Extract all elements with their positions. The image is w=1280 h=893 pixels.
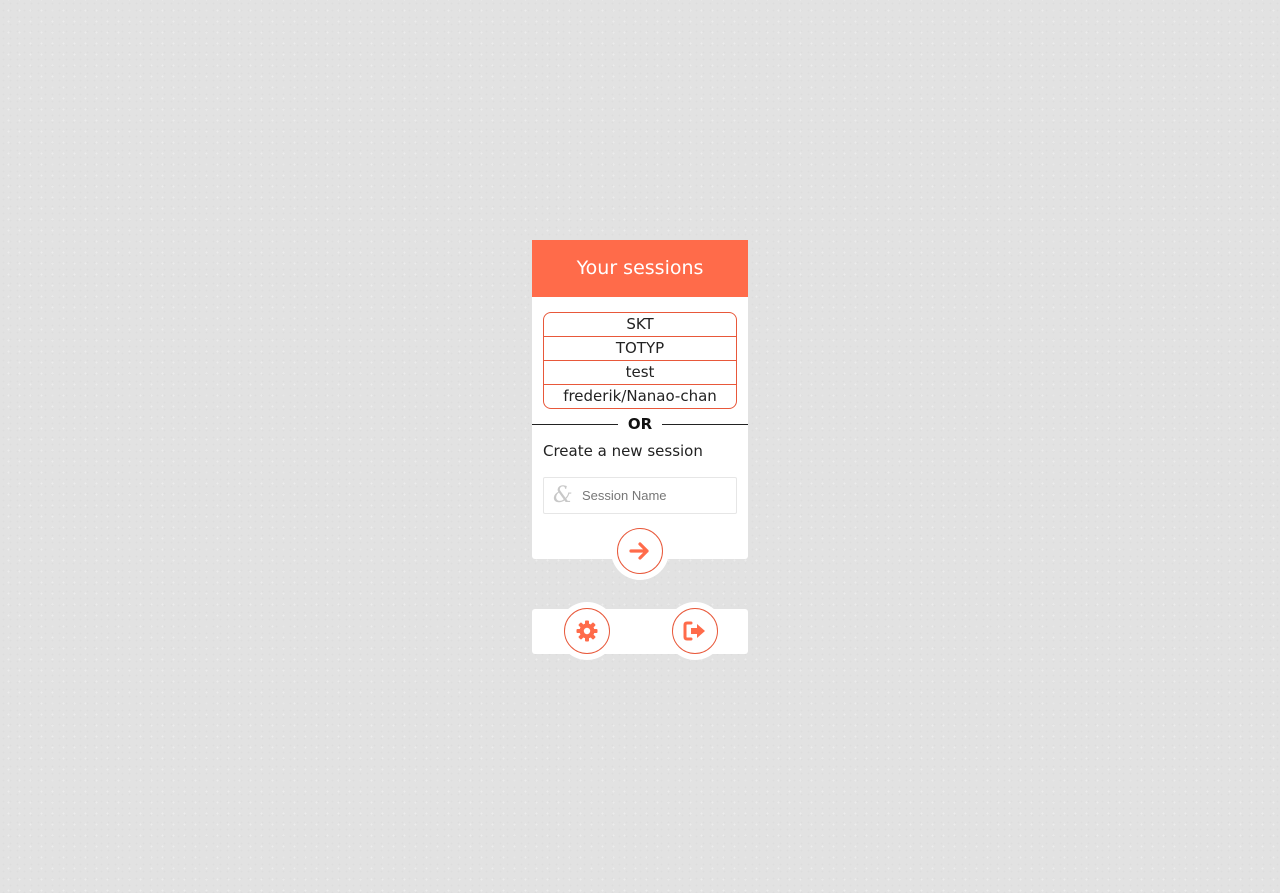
settings-button-ring (564, 608, 610, 654)
logout-button-ring (672, 608, 718, 654)
gear-icon (576, 620, 598, 642)
or-divider: OR (532, 414, 748, 434)
arrow-right-icon (629, 542, 649, 560)
card-header: Your sessions (532, 240, 748, 297)
sessions-card: Your sessions SKT TOTYP test frederik/Na… (532, 240, 748, 559)
logout-button[interactable] (666, 602, 724, 660)
ampersand-icon: & (553, 483, 573, 508)
session-item[interactable]: SKT (544, 313, 736, 337)
or-label: OR (627, 415, 653, 433)
create-session-label: Create a new session (543, 442, 703, 460)
session-item[interactable]: TOTYP (544, 337, 736, 361)
session-list: SKT TOTYP test frederik/Nanao-chan (543, 312, 737, 409)
create-session-button-ring (617, 528, 663, 574)
session-item[interactable]: test (544, 361, 736, 385)
session-item[interactable]: frederik/Nanao-chan (544, 385, 736, 408)
session-name-field: & (543, 477, 737, 514)
session-name-input[interactable] (582, 482, 730, 509)
create-session-button[interactable] (611, 522, 669, 580)
card-title: Your sessions (576, 257, 704, 279)
settings-button[interactable] (558, 602, 616, 660)
sign-out-icon (683, 621, 705, 641)
